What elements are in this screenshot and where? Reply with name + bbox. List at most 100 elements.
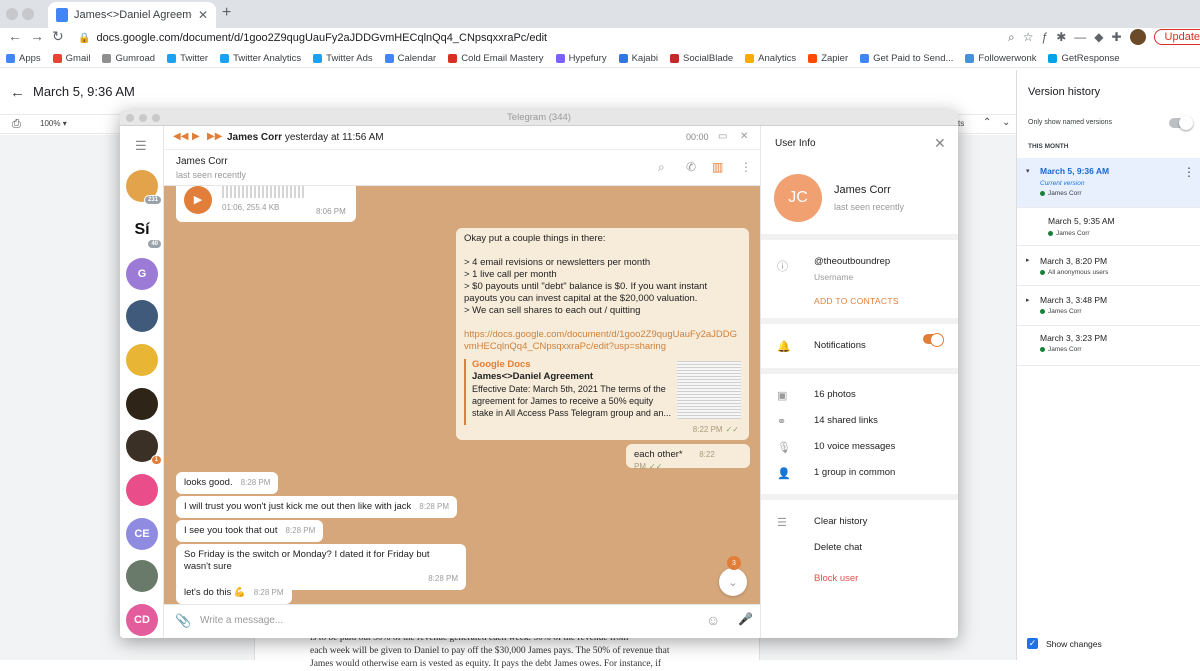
version-item[interactable]: ▸ March 3, 8:20 PM All anonymous users	[1017, 246, 1200, 286]
notifications-toggle[interactable]	[923, 333, 944, 347]
bookmark-item[interactable]: Calendar	[384, 53, 436, 64]
bookmark-item[interactable]: Cold Email Mastery	[448, 53, 544, 64]
chat-avatar[interactable]	[126, 344, 158, 376]
bookmark-item[interactable]: Twitter Analytics	[220, 53, 301, 64]
more-options-icon[interactable]: ⋮	[1183, 165, 1195, 179]
back-arrow-icon[interactable]: ←	[10, 84, 25, 101]
checkbox-checked-icon[interactable]: ✓	[1027, 638, 1038, 649]
bookmark-item[interactable]: Gmail	[52, 53, 90, 64]
dash-extension-icon[interactable]: —	[1074, 30, 1086, 44]
menu-icon[interactable]: ☰	[135, 138, 147, 154]
star-icon[interactable]: ☆	[1023, 30, 1034, 44]
print-icon[interactable]: ⎙	[12, 118, 21, 131]
chevron-down-icon[interactable]: ⌄	[1002, 117, 1010, 128]
incoming-message[interactable]: I will trust you won't just kick me out …	[176, 496, 458, 518]
version-item[interactable]: March 3, 3:23 PM James Corr	[1017, 326, 1200, 366]
clear-history-button[interactable]: Clear history	[814, 516, 867, 527]
incoming-message[interactable]: let's do this 💪 8:28 PM	[176, 582, 292, 604]
chevron-up-icon[interactable]: ⌃	[983, 117, 991, 128]
emoji-icon[interactable]: ☺	[706, 612, 720, 628]
address-bar[interactable]: 🔒 docs.google.com/document/d/1goo2Z9qugU…	[78, 29, 998, 47]
chat-name[interactable]: James Corr	[176, 156, 228, 167]
rewind-icon[interactable]: ◀◀	[173, 131, 188, 142]
fox-extension-icon[interactable]: ◆	[1094, 30, 1103, 44]
delete-chat-button[interactable]: Delete chat	[814, 542, 862, 553]
bookmark-item[interactable]: Twitter Ads	[313, 53, 373, 64]
expand-arrow-icon[interactable]: ▸	[1026, 256, 1030, 264]
version-item[interactable]: ▾ March 5, 9:36 AM Current version James…	[1017, 158, 1200, 208]
play-icon[interactable]: ▶	[192, 131, 200, 142]
close-window-button[interactable]	[6, 8, 18, 20]
profile-avatar[interactable]	[1129, 29, 1146, 45]
bookmark-item[interactable]: Get Paid to Send...	[860, 53, 953, 64]
chat-avatar[interactable]	[126, 300, 158, 332]
zoom-select[interactable]: 100% ▾	[40, 119, 67, 128]
update-button[interactable]: Update	[1153, 29, 1200, 45]
fast-forward-icon[interactable]: ▶▶	[207, 131, 222, 142]
chat-avatar[interactable]: 231	[126, 170, 162, 205]
function-extension-icon[interactable]: ƒ	[1042, 30, 1049, 44]
bookmark-item[interactable]: Analytics	[745, 53, 796, 64]
playlist-icon[interactable]: ▭	[718, 131, 727, 142]
browser-tab[interactable]: James<>Daniel Agreement - G ✕	[48, 2, 216, 28]
bookmark-item[interactable]: GetResponse	[1048, 53, 1120, 64]
new-tab-button[interactable]: +	[222, 4, 231, 22]
incoming-message[interactable]: looks good. 8:28 PM	[176, 472, 279, 494]
close-icon[interactable]: ✕	[934, 135, 946, 152]
bookmark-item[interactable]: Zapier	[808, 53, 848, 64]
outgoing-message[interactable]: each other* 8:22 PM ✓✓	[626, 444, 750, 471]
version-date: March 3, 3:23 PM	[1040, 333, 1108, 343]
incoming-message[interactable]: I see you took that out 8:28 PM	[176, 520, 324, 542]
chat-avatar[interactable]	[126, 474, 158, 506]
bookmark-item[interactable]: Hypefury	[555, 53, 607, 64]
chat-avatar[interactable]: CD	[126, 604, 158, 636]
message-line: > We can sell shares to each out / quitt…	[464, 305, 641, 316]
message-time: 8:28 PM	[428, 574, 458, 583]
chat-avatar[interactable]	[126, 560, 158, 592]
named-versions-toggle[interactable]	[1169, 116, 1193, 130]
bookmark-item[interactable]: Gumroad	[102, 53, 155, 64]
extensions-icon[interactable]: ✚	[1111, 30, 1121, 44]
bookmark-favicon-icon	[6, 54, 15, 63]
more-options-icon[interactable]: ⋮	[740, 160, 752, 174]
message-input[interactable]: Write a message...	[200, 615, 283, 626]
back-icon[interactable]: ←	[8, 28, 22, 44]
voice-message[interactable]: ▶ 01:06, 255.4 KB 8:06 PM	[176, 186, 356, 222]
bookmark-item[interactable]: Kajabi	[618, 53, 658, 64]
minimize-window-button[interactable]	[22, 8, 34, 20]
chat-avatar[interactable]: 1	[126, 430, 162, 465]
chat-avatar[interactable]: Sí 40	[126, 214, 162, 249]
link-preview[interactable]: Google Docs James<>Daniel Agreement Effe…	[464, 359, 741, 425]
chat-avatar[interactable]: G	[126, 258, 158, 290]
phone-icon[interactable]: ✆	[686, 160, 696, 174]
block-user-button[interactable]: Block user	[814, 573, 858, 584]
search-icon[interactable]: ⌕	[658, 160, 665, 175]
message-link[interactable]: https://docs.google.com/document/d/1goo2…	[464, 329, 741, 353]
show-changes-checkbox[interactable]: ✓ Show changes	[1027, 638, 1102, 649]
bookmark-item[interactable]: SocialBlade	[670, 53, 733, 64]
version-item[interactable]: ▸ March 3, 3:48 PM James Corr	[1017, 286, 1200, 326]
sidebar-toggle-icon[interactable]: ▥	[712, 160, 723, 174]
microphone-icon[interactable]: 🎤	[738, 612, 753, 626]
bookmark-item[interactable]: Twitter	[167, 53, 208, 64]
attach-icon[interactable]: 📎	[175, 613, 191, 629]
unread-badge: 1	[150, 455, 162, 465]
outgoing-message[interactable]: Okay put a couple things in there: > 4 e…	[456, 228, 749, 440]
close-tab-icon[interactable]: ✕	[198, 8, 208, 22]
chat-avatar[interactable]: CE	[126, 518, 158, 550]
version-item[interactable]: March 5, 9:35 AM James Corr	[1017, 208, 1200, 246]
puzzle-extension-icon[interactable]: ✱	[1056, 30, 1066, 44]
bookmark-item[interactable]: Followerwonk	[965, 53, 1036, 64]
reload-icon[interactable]: ↻	[52, 28, 64, 45]
bookmark-item[interactable]: Apps	[6, 53, 41, 64]
add-to-contacts-button[interactable]: ADD TO CONTACTS	[814, 296, 899, 306]
version-author: James Corr	[1048, 230, 1090, 237]
play-icon[interactable]: ▶	[184, 186, 212, 214]
scroll-down-button[interactable]: ⌄	[719, 568, 747, 596]
close-player-icon[interactable]: ✕	[740, 131, 748, 142]
search-icon[interactable]: ⌕	[1008, 30, 1015, 45]
collapse-arrow-icon[interactable]: ▾	[1026, 167, 1030, 175]
forward-icon[interactable]: →	[30, 28, 44, 44]
expand-arrow-icon[interactable]: ▸	[1026, 296, 1030, 304]
chat-avatar[interactable]	[126, 388, 158, 420]
